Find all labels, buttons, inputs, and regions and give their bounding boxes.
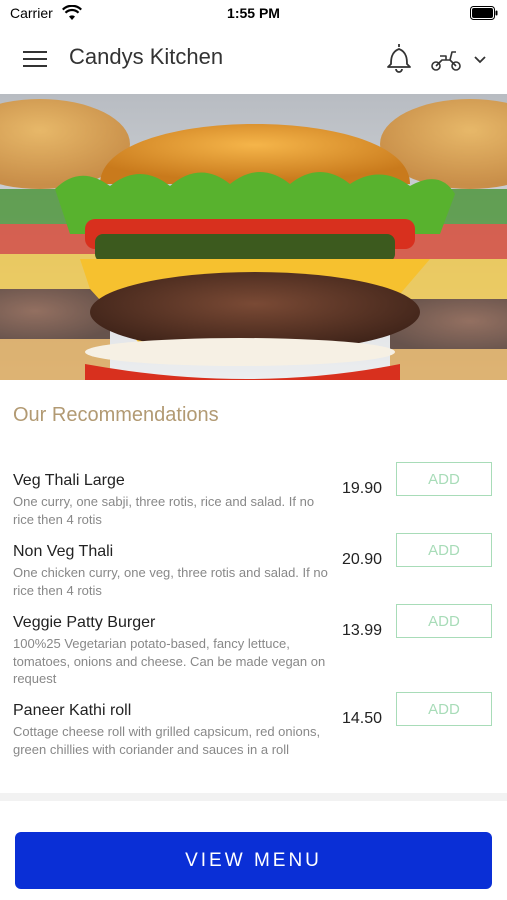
add-button[interactable]: ADD [396,533,492,567]
bell-icon[interactable] [385,42,413,74]
item-price: 20.90 [342,551,383,568]
add-button[interactable]: ADD [396,692,492,726]
item-description: One curry, one sabji, three rotis, rice … [13,494,315,527]
chevron-down-icon[interactable] [472,52,488,66]
recommendations-title: Our Recommendations [13,404,219,426]
section-divider [0,793,507,801]
item-description: Cottage cheese roll with grilled capsicu… [13,724,321,757]
battery-icon [470,6,498,20]
top-nav-bar: Candys Kitchen [0,26,507,94]
item-name: Non Veg Thali [13,543,114,560]
item-name: Paneer Kathi roll [13,702,132,719]
item-description: 100%25 Vegetarian potato-based, fancy le… [13,636,326,686]
hamburger-menu-icon[interactable] [22,48,48,70]
item-name: Veggie Patty Burger [13,614,156,631]
item-price: 14.50 [342,710,383,727]
add-button[interactable]: ADD [396,462,492,496]
app-title: Candys Kitchen [69,44,224,69]
add-button[interactable]: ADD [396,604,492,638]
hero-burger-image [0,94,507,380]
item-price: 19.90 [342,480,383,497]
status-bar: Carrier 1:55 PM [0,0,507,26]
status-time: 1:55 PM [227,5,280,21]
view-menu-button[interactable]: VIEW MENU [15,832,492,889]
item-description: One chicken curry, one veg, three rotis … [13,565,328,598]
scooter-icon[interactable] [430,48,462,72]
item-name: Veg Thali Large [13,472,125,489]
item-price: 13.99 [342,622,383,639]
